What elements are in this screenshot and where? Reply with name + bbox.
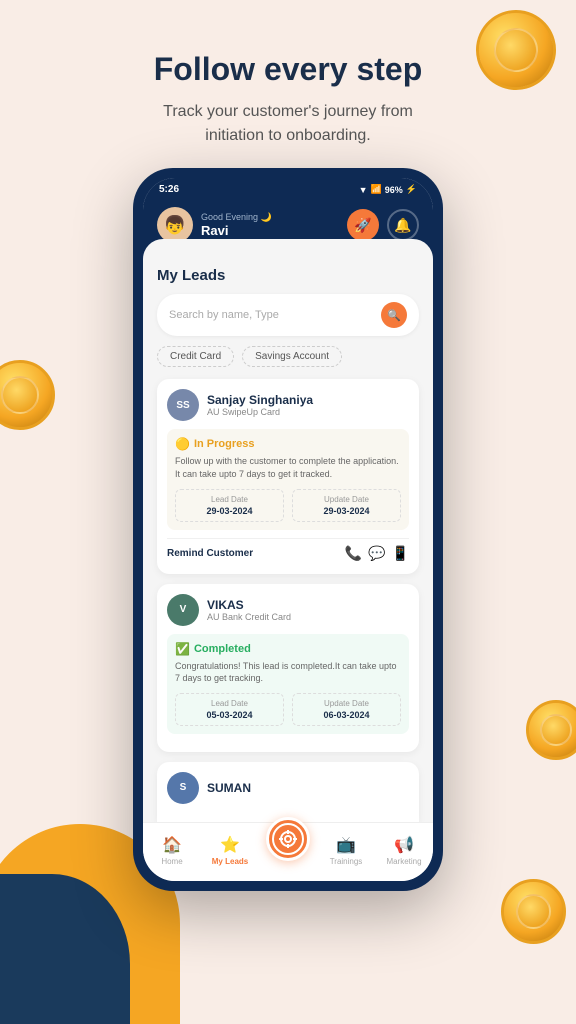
nav-marketing-label: Marketing [386,857,421,866]
nav-home[interactable]: 🏠 Home [143,835,201,866]
nav-leads-label: My Leads [212,857,248,866]
notification-button[interactable]: 🔔 [387,209,419,241]
nav-home-label: Home [161,857,182,866]
chat-icon[interactable]: 💬 [368,545,385,562]
nav-trainings[interactable]: 📺 Trainings [317,835,375,866]
status-desc-sanjay: Follow up with the customer to complete … [175,455,401,480]
header-right: 🚀 🔔 [347,209,419,241]
search-button[interactable]: 🔍 [381,302,407,328]
search-bar[interactable]: Search by name, Type 🔍 [157,294,419,336]
hero-subtitle: Track your customer's journey frominitia… [40,100,536,148]
status-box-vikas: ✅ Completed Congratulations! This lead i… [167,634,409,734]
lead-name-vikas: VIKAS [207,598,291,612]
lead-name-suman: SUMAN [207,781,251,795]
status-desc-vikas: Congratulations! This lead is completed.… [175,660,401,685]
dates-row-sanjay: Lead Date 29-03-2024 Update Date 29-03-2… [175,489,401,522]
lead-card-sanjay: SS Sanjay Singhaniya AU SwipeUp Card 🟡 I… [157,379,419,573]
status-label-vikas: ✅ Completed [175,642,401,656]
search-input-display: Search by name, Type [169,309,375,321]
remind-row-sanjay: Remind Customer 📞 💬 📱 [167,538,409,564]
update-date-box-sanjay: Update Date 29-03-2024 [292,489,401,522]
status-bar: 5:26 ▼ 📶 96% ⚡ [143,178,433,199]
nav-marketing[interactable]: 📢 Marketing [375,835,433,866]
greeting-text: Good Evening 🌙 [201,212,272,223]
phone-frame: 5:26 ▼ 📶 96% ⚡ 👦 Good Evening 🌙 Ravi [133,168,443,890]
filter-chips: Credit Card Savings Account [157,346,419,367]
lead-info-suman: SUMAN [207,781,251,795]
status-box-sanjay: 🟡 In Progress Follow up with the custome… [167,429,409,529]
nav-center[interactable] [259,829,317,873]
greeting-name: Ravi [201,223,272,238]
filter-chip-credit-card[interactable]: Credit Card [157,346,234,367]
center-action-inner [272,823,304,855]
lead-header-sanjay: SS Sanjay Singhaniya AU SwipeUp Card [167,389,409,421]
center-action-button[interactable] [266,817,310,861]
home-icon: 🏠 [162,835,182,855]
nav-trainings-label: Trainings [330,857,363,866]
completed-icon: ✅ [175,642,190,656]
lead-product-vikas: AU Bank Credit Card [207,612,291,622]
section-title: My Leads [157,267,419,284]
lead-avatar-vikas: V [167,594,199,626]
lead-card-suman: S SUMAN [157,762,419,822]
lead-product-sanjay: AU SwipeUp Card [207,407,313,417]
avatar: 👦 [157,207,193,243]
filter-chip-savings[interactable]: Savings Account [242,346,342,367]
lead-header-vikas: V VIKAS AU Bank Credit Card [167,594,409,626]
lead-card-vikas: V VIKAS AU Bank Credit Card ✅ Completed … [157,584,419,752]
marketing-icon: 📢 [394,835,414,855]
lead-name-sanjay: Sanjay Singhaniya [207,393,313,407]
status-icons: ▼ 📶 96% ⚡ [359,184,417,195]
battery-icon: ⚡ [406,184,417,195]
progress-icon: 🟡 [175,437,190,451]
phone-icon[interactable]: 📞 [345,545,362,562]
hero-section: Follow every step Track your customer's … [0,0,576,168]
app-header: 👦 Good Evening 🌙 Ravi 🚀 🔔 [143,199,433,259]
lead-date-box-vikas: Lead Date 05-03-2024 [175,693,284,726]
whatsapp-icon[interactable]: 📱 [392,545,409,562]
lead-info-sanjay: Sanjay Singhaniya AU SwipeUp Card [207,393,313,417]
lead-date-box-sanjay: Lead Date 29-03-2024 [175,489,284,522]
trainings-icon: 📺 [336,835,356,855]
dates-row-vikas: Lead Date 05-03-2024 Update Date 06-03-2… [175,693,401,726]
bottom-nav: 🏠 Home ⭐ My Leads [143,822,433,881]
hero-title: Follow every step [40,50,536,88]
wifi-icon: ▼ [359,185,368,195]
leads-icon: ⭐ [220,835,240,855]
update-date-box-vikas: Update Date 06-03-2024 [292,693,401,726]
phone-screen: 5:26 ▼ 📶 96% ⚡ 👦 Good Evening 🌙 Ravi [143,178,433,880]
crosshair-icon [279,830,297,848]
lead-avatar-suman: S [167,772,199,804]
greeting-block: Good Evening 🌙 Ravi [201,212,272,238]
lead-header-suman: S SUMAN [167,772,409,804]
status-time: 5:26 [159,184,179,195]
nav-my-leads[interactable]: ⭐ My Leads [201,835,259,866]
status-label-sanjay: 🟡 In Progress [175,437,401,451]
signal-icon: 📶 [371,184,382,195]
lead-info-vikas: VIKAS AU Bank Credit Card [207,598,291,622]
remind-icons: 📞 💬 📱 [345,545,409,562]
battery-text: 96% [385,185,403,195]
header-left: 👦 Good Evening 🌙 Ravi [157,207,272,243]
phone-wrapper: 5:26 ▼ 📶 96% ⚡ 👦 Good Evening 🌙 Ravi [0,168,576,890]
rocket-button[interactable]: 🚀 [347,209,379,241]
content-area: My Leads Search by name, Type 🔍 Credit C… [143,259,433,821]
remind-label: Remind Customer [167,548,253,559]
lead-avatar-sanjay: SS [167,389,199,421]
